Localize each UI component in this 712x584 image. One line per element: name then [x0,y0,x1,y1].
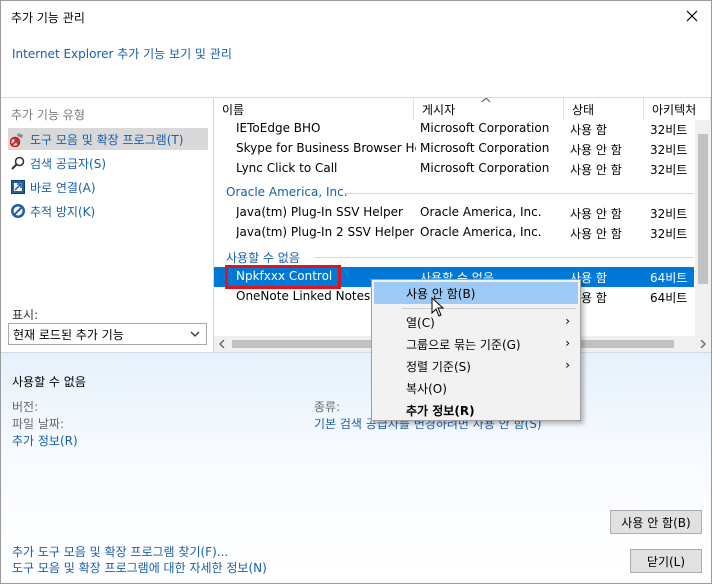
scroll-left-icon[interactable] [218,340,226,348]
menu-item-more-info[interactable]: 추가 정보(R) [374,399,578,421]
cell-name: IEToEdge BHO [236,121,321,135]
cell-status: 사용 함 [570,123,607,137]
type-accelerators[interactable]: 바로 연결(A) [8,176,208,198]
submenu-arrow-icon: › [565,336,570,350]
menu-item-columns[interactable]: 열(C) › [374,311,578,333]
menu-separator [402,308,576,309]
table-row[interactable]: Skype for Business Browser He... Microso… [214,139,694,159]
column-header-name[interactable]: 이름 [214,98,414,120]
type-label: 도구 모음 및 확장 프로그램(T) [30,132,184,147]
cell-arch: 32비트 [650,143,688,157]
title-bar: 추가 기능 관리 [1,1,711,33]
accelerator-icon [11,180,25,194]
mouse-cursor-icon [431,297,445,317]
cell-name: Java(tm) Plug-In 2 SSV Helper [236,225,415,239]
menu-item-label: 그룹으로 묶는 기준(G) [406,337,521,352]
group-header-oracle[interactable]: Oracle America, Inc. [226,185,348,199]
show-dropdown[interactable]: 현재 로드된 추가 기능 [8,323,207,345]
red-highlight-annotation [225,265,341,289]
show-dropdown-value: 현재 로드된 추가 기능 [13,327,124,342]
scroll-right-icon[interactable] [699,340,707,348]
cell-arch: 64비트 [650,271,688,285]
menu-item-label: 정렬 기준(S) [406,359,471,374]
cell-arch: 32비트 [650,163,688,177]
version-label: 버전: [12,400,39,414]
sort-up-icon [481,98,491,103]
addon-types-heading: 추가 기능 유형 [11,108,85,122]
type-label: 종류: [314,400,341,414]
close-icon [686,10,698,22]
addon-types-pane: 추가 기능 유형 도구 모음 및 확장 프로그램(T) 검색 공급자(S) 바로… [1,98,213,352]
window-title: 추가 기능 관리 [11,11,85,25]
cell-arch: 32비트 [650,207,688,221]
find-more-link[interactable]: 추가 도구 모음 및 확장 프로그램 찾기(F)... [12,543,228,560]
cell-arch: 32비트 [650,123,688,137]
type-label: 바로 연결(A) [30,180,96,195]
show-label: 표시: [12,308,39,322]
chevron-down-icon [190,331,200,337]
type-label: 추적 방지(K) [30,204,96,219]
cell-name: Java(tm) Plug-In SSV Helper [236,205,403,219]
type-label: 검색 공급자(S) [30,156,106,171]
learn-more-link[interactable]: 도구 모음 및 확장 프로그램에 대한 자세한 정보(N) [12,559,267,576]
cell-publisher: Microsoft Corporation [420,121,550,135]
table-row[interactable]: Lync Click to Call Microsoft Corporation… [214,159,694,179]
menu-item-label: 복사(O) [406,381,447,396]
type-toolbars-extensions[interactable]: 도구 모음 및 확장 프로그램(T) [8,128,208,150]
cell-name: OneNote Linked Notes [236,289,371,303]
cell-arch: 64비트 [650,291,688,305]
file-date-label: 파일 날짜: [12,417,65,431]
addons-manager-window: 추가 기능 관리 Internet Explorer 추가 기능 보기 및 관리… [0,0,712,584]
close-window-button[interactable]: 닫기(L) [630,549,702,573]
column-header-architecture[interactable]: 아키텍처 [644,98,711,120]
disable-button[interactable]: 사용 안 함(B) [610,510,702,534]
submenu-arrow-icon: › [565,358,570,372]
group-divider [344,193,694,194]
vertical-scroll-thumb[interactable] [698,134,708,284]
group-header-unavailable[interactable]: 사용할 수 없음 [226,249,300,266]
menu-item-label: 추가 정보(R) [406,403,475,418]
type-search-providers[interactable]: 검색 공급자(S) [8,152,208,174]
menu-item-sort-by[interactable]: 정렬 기준(S) › [374,355,578,377]
cell-publisher: Oracle America, Inc. [420,225,542,239]
menu-item-group-by[interactable]: 그룹으로 묶는 기준(G) › [374,333,578,355]
search-icon [11,156,25,170]
table-row[interactable]: IEToEdge BHO Microsoft Corporation 사용 함 … [214,119,694,139]
details-pane: 사용할 수 없음 버전: 파일 날짜: 추가 정보(R) 종류: 기본 검색 공… [1,352,711,583]
group-divider [314,257,694,258]
more-info-link[interactable]: 추가 정보(R) [12,432,78,449]
table-row[interactable]: Java(tm) Plug-In 2 SSV Helper Oracle Ame… [214,223,694,243]
cell-status: 사용 안 함 [570,143,622,157]
menu-item-copy[interactable]: 복사(O) [374,377,578,399]
cell-publisher: Oracle America, Inc. [420,205,542,219]
close-button[interactable] [681,5,703,27]
details-title: 사용할 수 없음 [12,375,86,389]
cell-status: 사용 안 함 [570,227,622,241]
cell-publisher: Microsoft Corporation [420,161,550,175]
cell-name: Skype for Business Browser He... [236,141,416,155]
menu-item-disable[interactable]: 사용 안 함(B) [374,282,578,304]
vertical-scrollbar[interactable] [695,120,711,336]
cell-status: 사용 안 함 [570,207,622,221]
cell-status: 사용 안 함 [570,163,622,177]
table-row[interactable]: Java(tm) Plug-In SSV Helper Oracle Ameri… [214,203,694,223]
column-header-status[interactable]: 상태 [564,98,644,120]
cell-name: Lync Click to Call [236,161,338,175]
type-tracking-protection[interactable]: 추적 방지(K) [8,200,208,222]
cell-arch: 32비트 [650,227,688,241]
header-link: Internet Explorer 추가 기능 보기 및 관리 [12,47,232,61]
tracking-protection-icon [11,204,25,218]
submenu-arrow-icon: › [565,314,570,328]
toolbar-extension-icon [10,133,23,147]
cell-publisher: Microsoft Corporation [420,141,550,155]
context-menu: 사용 안 함(B) 열(C) › 그룹으로 묶는 기준(G) › 정렬 기준(S… [371,279,581,421]
